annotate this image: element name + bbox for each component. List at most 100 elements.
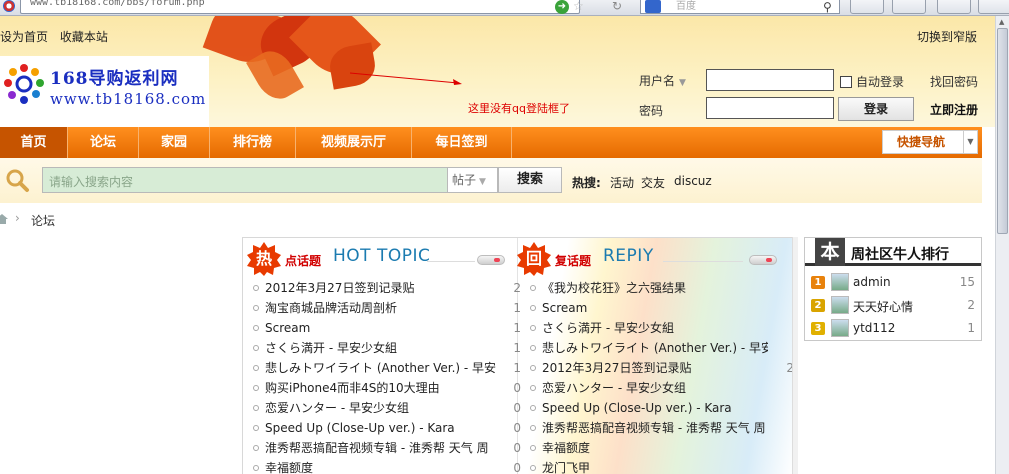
more-toggle-icon[interactable] bbox=[749, 255, 777, 265]
topic-title[interactable]: Scream bbox=[542, 298, 768, 318]
reply-topic-title-cn: 复话题 bbox=[555, 254, 592, 268]
more-toggle-icon[interactable] bbox=[477, 255, 505, 265]
list-item[interactable]: 恋爱ハンター - 早安少女组 bbox=[530, 378, 792, 398]
rank-username[interactable]: ytd112 bbox=[853, 321, 895, 335]
list-item[interactable]: Speed Up (Close-Up ver.) - Kara bbox=[530, 398, 792, 418]
nav-item-checkin[interactable]: 每日签到 bbox=[412, 127, 512, 158]
topic-title[interactable]: 淮秀帮恶搞配音视频专辑 - 淮秀帮 天气 周 bbox=[265, 438, 501, 458]
reply-topic-title-en: REPIY bbox=[603, 246, 654, 266]
home-button[interactable] bbox=[937, 0, 971, 14]
bookmark-star-icon[interactable]: ☆ bbox=[573, 0, 587, 14]
list-item[interactable]: 悲しみトワイライト (Another Ver.) - 早安 bbox=[530, 338, 792, 358]
browser-search-placeholder: 百度 bbox=[676, 1, 696, 12]
list-item[interactable]: 幸福额度 0 bbox=[253, 458, 521, 474]
quick-nav-button[interactable]: 快捷导航 ▼ bbox=[882, 130, 978, 154]
username-input[interactable] bbox=[706, 69, 834, 91]
search-input[interactable]: 请输入搜索内容 bbox=[42, 167, 448, 193]
go-icon[interactable]: ➜ bbox=[555, 0, 569, 14]
page-scrollbar[interactable]: ▲ bbox=[995, 16, 1009, 474]
topic-title[interactable]: 《我为校花狂》之六强结果 bbox=[542, 278, 768, 298]
bookmark-link[interactable]: 收藏本站 bbox=[60, 30, 108, 44]
topic-title[interactable]: 幸福额度 bbox=[265, 458, 501, 474]
ranking-item[interactable]: 3 ytd112 1 bbox=[809, 317, 979, 340]
topic-count: 0 bbox=[513, 401, 521, 415]
scroll-up-icon[interactable]: ▲ bbox=[999, 18, 1004, 26]
hot-search-word[interactable]: discuz bbox=[674, 174, 712, 188]
topic-title[interactable]: 淮秀帮恶搞配音视频专辑 - 淮秀帮 天气 周 bbox=[542, 418, 768, 438]
menu-button[interactable] bbox=[978, 0, 1009, 14]
list-item[interactable]: Speed Up (Close-Up ver.) - Kara 0 bbox=[253, 418, 521, 438]
hot-search-word[interactable]: 活动 bbox=[610, 174, 634, 191]
switch-width-link[interactable]: 切换到窄版 bbox=[917, 28, 977, 45]
chevron-down-icon: ▼ bbox=[679, 78, 686, 88]
nav-item-video[interactable]: 视频展示厅 bbox=[296, 127, 412, 158]
avatar[interactable] bbox=[831, 296, 849, 314]
checkbox-icon[interactable] bbox=[840, 76, 852, 88]
topic-title[interactable]: 淘宝商城品牌活动周剖析 bbox=[265, 298, 501, 318]
refresh-icon[interactable]: ↻ bbox=[612, 0, 626, 14]
list-item[interactable]: 《我为校花狂》之六强结果 bbox=[530, 278, 792, 298]
search-button[interactable]: 搜索 bbox=[498, 167, 562, 193]
home-icon[interactable] bbox=[0, 214, 8, 224]
nav-item-space[interactable]: 家园 bbox=[139, 127, 210, 158]
list-item[interactable]: さくら満开 - 早安少女組 1 bbox=[253, 338, 521, 358]
list-item[interactable]: 悲しみトワイライト (Another Ver.) - 早安 1 bbox=[253, 358, 521, 378]
login-button[interactable]: 登录 bbox=[838, 97, 914, 121]
nav-item-forum[interactable]: 论坛 bbox=[68, 127, 139, 158]
find-password-link[interactable]: 找回密码 bbox=[930, 73, 978, 90]
ranking-item[interactable]: 2 天天好心情 2 bbox=[809, 294, 979, 317]
addon-button[interactable] bbox=[892, 0, 926, 14]
list-item[interactable]: 龙门飞甲 bbox=[530, 458, 792, 474]
list-item[interactable]: 购买iPhone4而非4S的10大理由 0 bbox=[253, 378, 521, 398]
hot-search-label: 热搜: bbox=[572, 176, 601, 190]
list-item[interactable]: Scream bbox=[530, 298, 792, 318]
site-logo[interactable]: 168导购返利网 www.tb18168.com bbox=[0, 56, 209, 127]
nav-item-home[interactable]: 首页 bbox=[0, 127, 68, 158]
list-item[interactable]: 淮秀帮恶搞配音视频专辑 - 淮秀帮 天气 周 0 bbox=[253, 438, 521, 458]
topic-title[interactable]: 恋爱ハンター - 早安少女组 bbox=[542, 378, 768, 398]
browser-search-box[interactable] bbox=[640, 0, 840, 14]
topic-title[interactable]: さくら満开 - 早安少女組 bbox=[265, 338, 501, 358]
topic-title[interactable]: 2012年3月27日签到记录贴 bbox=[265, 278, 501, 298]
topic-title[interactable]: さくら満开 - 早安少女組 bbox=[542, 318, 768, 338]
topic-title[interactable]: 悲しみトワイライト (Another Ver.) - 早安 bbox=[542, 338, 768, 358]
bullet-icon bbox=[530, 405, 536, 411]
topic-title[interactable]: 悲しみトワイライト (Another Ver.) - 早安 bbox=[265, 358, 501, 378]
topic-count: 1 bbox=[513, 301, 521, 315]
register-link[interactable]: 立即注册 bbox=[930, 101, 978, 118]
ranking-item[interactable]: 1 admin 15 bbox=[809, 271, 979, 294]
hot-search-word[interactable]: 交友 bbox=[641, 174, 665, 191]
scrollbar-thumb[interactable] bbox=[997, 28, 1008, 234]
list-item[interactable]: 2012年3月27日签到记录贴 2 bbox=[530, 358, 793, 378]
chevron-down-icon[interactable]: ▼ bbox=[963, 131, 977, 153]
password-input[interactable] bbox=[706, 97, 834, 119]
nav-item-ranking[interactable]: 排行榜 bbox=[210, 127, 296, 158]
avatar[interactable] bbox=[831, 319, 849, 337]
list-item[interactable]: 恋爱ハンター - 早安少女组 0 bbox=[253, 398, 521, 418]
tools-button[interactable] bbox=[850, 0, 884, 14]
search-icon[interactable]: ⚲ bbox=[823, 0, 832, 14]
topic-title[interactable]: 幸福额度 bbox=[542, 438, 768, 458]
topic-title[interactable]: 2012年3月27日签到记录贴 bbox=[542, 358, 768, 378]
topic-title[interactable]: Speed Up (Close-Up ver.) - Kara bbox=[265, 418, 501, 438]
topic-title[interactable]: Speed Up (Close-Up ver.) - Kara bbox=[542, 398, 768, 418]
set-home-link[interactable]: 设为首页 bbox=[0, 30, 48, 44]
topic-title[interactable]: 恋爱ハンター - 早安少女组 bbox=[265, 398, 501, 418]
list-item[interactable]: さくら満开 - 早安少女組 bbox=[530, 318, 792, 338]
list-item[interactable]: 淘宝商城品牌活动周剖析 1 bbox=[253, 298, 521, 318]
list-item[interactable]: 淮秀帮恶搞配音视频专辑 - 淮秀帮 天气 周 bbox=[530, 418, 792, 438]
username-label[interactable]: 用户名 ▼ bbox=[639, 72, 686, 89]
list-item[interactable]: 2012年3月27日签到记录贴 2 bbox=[253, 278, 521, 298]
rank-username[interactable]: 天天好心情 bbox=[853, 298, 913, 315]
breadcrumb-current[interactable]: 论坛 bbox=[31, 212, 55, 229]
list-item[interactable]: 幸福额度 bbox=[530, 438, 792, 458]
topic-title[interactable]: Scream bbox=[265, 318, 501, 338]
topic-title[interactable]: 龙门飞甲 bbox=[542, 458, 768, 474]
avatar[interactable] bbox=[831, 273, 849, 291]
search-type-select[interactable]: 帖子 ▼ bbox=[448, 167, 498, 193]
search-engine-icon[interactable] bbox=[645, 0, 661, 13]
topic-title[interactable]: 购买iPhone4而非4S的10大理由 bbox=[265, 378, 501, 398]
auto-login-checkbox[interactable]: 自动登录 bbox=[840, 73, 904, 90]
rank-username[interactable]: admin bbox=[853, 275, 891, 289]
list-item[interactable]: Scream 1 bbox=[253, 318, 521, 338]
